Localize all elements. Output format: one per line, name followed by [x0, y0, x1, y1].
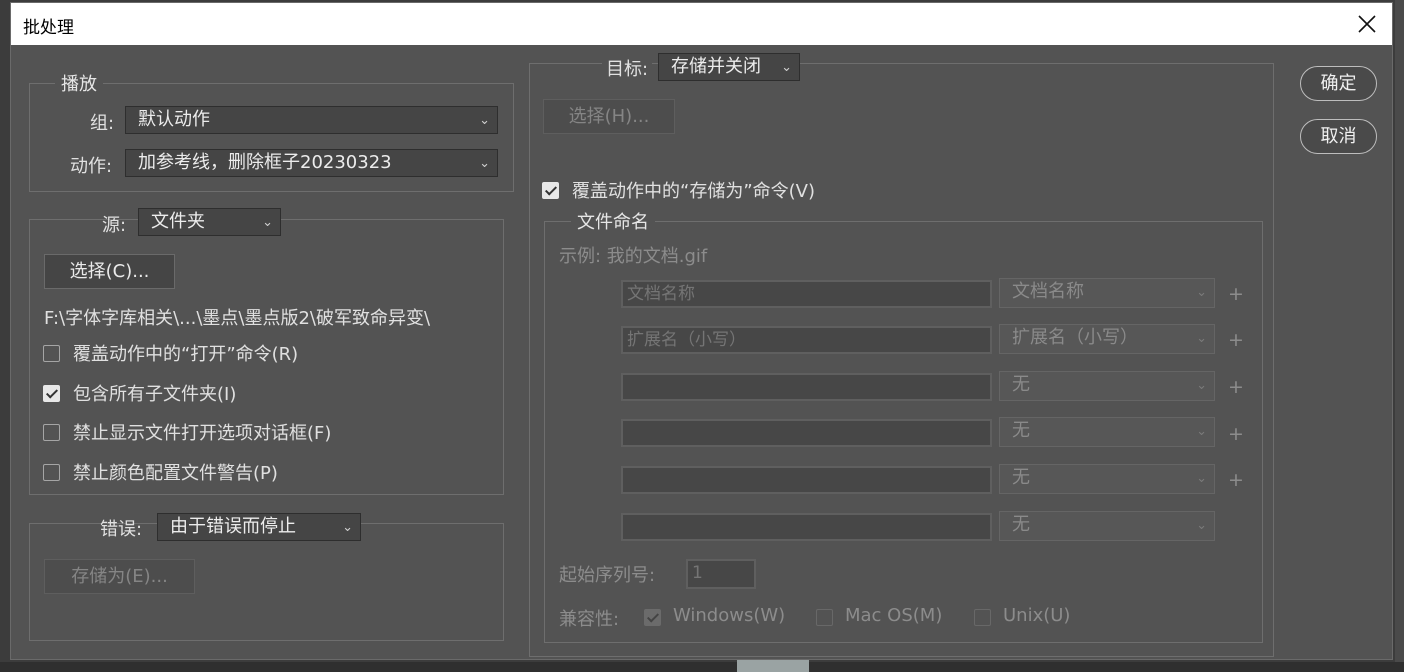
naming-field-4[interactable] [621, 419, 992, 447]
add-row-icon-2[interactable]: + [1228, 329, 1244, 351]
chevron-down-icon: ⌄ [781, 60, 792, 75]
compat-windows-label: Windows(W) [673, 605, 786, 626]
override-save-as-checkbox[interactable] [542, 182, 559, 199]
add-row-icon-4[interactable]: + [1228, 423, 1244, 445]
action-select[interactable]: 加参考线，删除框子20230323 ⌄ [125, 149, 498, 177]
naming-select-6[interactable]: 无 ⌄ [999, 511, 1215, 541]
compat-mac-checkbox[interactable] [816, 609, 833, 626]
suppress-open-options-label: 禁止显示文件打开选项对话框(F) [73, 423, 332, 444]
source-path: F:\字体字库相关\...\墨点\墨点版2\破军致命异变\ [44, 308, 431, 329]
override-save-as-label: 覆盖动作中的“存储为”命令(V) [572, 181, 816, 202]
serial-label: 起始序列号: [559, 565, 656, 586]
set-select-value: 默认动作 [138, 109, 210, 130]
include-subfolders-checkbox[interactable] [43, 385, 60, 402]
errors-select[interactable]: 由于错误而停止 ⌄ [157, 513, 361, 541]
compat-unix-label: Unix(U) [1003, 605, 1071, 626]
errors-group: 错误: 由于错误而停止 ⌄ 存储为(E)... [29, 513, 504, 641]
naming-select-5-value: 无 [1012, 467, 1030, 488]
chevron-down-icon: ⌄ [479, 156, 490, 171]
close-button[interactable] [1352, 9, 1382, 39]
errors-label: 错误: [100, 519, 143, 540]
batch-dialog: 批处理 播放 组: 默认动作 ⌄ 动作: 加参考线，删除框子20230323 ⌄… [10, 2, 1393, 660]
add-row-icon-5[interactable]: + [1228, 469, 1244, 491]
naming-select-4-value: 无 [1012, 420, 1030, 441]
set-label: 组: [90, 113, 115, 134]
naming-select-2-value: 扩展名（小写） [1012, 327, 1138, 348]
add-row-icon-1[interactable]: + [1228, 283, 1244, 305]
errors-select-value: 由于错误而停止 [170, 516, 296, 537]
naming-select-1-value: 文档名称 [1012, 281, 1084, 302]
compat-unix-checkbox[interactable] [974, 609, 991, 626]
suppress-color-warnings-checkbox[interactable] [43, 464, 60, 481]
file-naming-group: 文件命名 示例: 我的文档.gif 文档名称 文档名称 ⌄ + 扩展名（小写） … [544, 208, 1263, 643]
naming-select-3[interactable]: 无 ⌄ [999, 371, 1215, 401]
file-naming-example: 示例: 我的文档.gif [559, 246, 708, 267]
add-row-icon-3[interactable]: + [1228, 376, 1244, 398]
chevron-down-icon: ⌄ [1196, 331, 1207, 346]
destination-choose-button[interactable]: 选择(H)... [543, 99, 675, 134]
cancel-button[interactable]: 取消 [1300, 119, 1377, 154]
chevron-down-icon: ⌄ [1196, 518, 1207, 533]
naming-field-6[interactable] [621, 513, 992, 541]
ok-button[interactable]: 确定 [1300, 66, 1377, 101]
destination-select-value: 存储并关闭 [671, 56, 761, 77]
chevron-down-icon: ⌄ [1196, 424, 1207, 439]
naming-select-2[interactable]: 扩展名（小写） ⌄ [999, 324, 1215, 354]
compat-mac-label: Mac OS(M) [845, 605, 943, 626]
chevron-down-icon: ⌄ [262, 215, 273, 230]
source-choose-button[interactable]: 选择(C)... [44, 254, 175, 289]
compat-windows-checkbox[interactable] [644, 609, 661, 626]
naming-field-3[interactable] [621, 373, 992, 401]
chevron-down-icon: ⌄ [1196, 471, 1207, 486]
override-open-checkbox[interactable] [43, 345, 60, 362]
action-select-value: 加参考线，删除框子20230323 [138, 152, 392, 173]
source-group: 源: 文件夹 ⌄ 选择(C)... F:\字体字库相关\...\墨点\墨点版2\… [29, 208, 504, 495]
chevron-down-icon: ⌄ [1196, 285, 1207, 300]
naming-select-3-value: 无 [1012, 374, 1030, 395]
background-window-edge [1395, 0, 1404, 672]
set-select[interactable]: 默认动作 ⌄ [125, 106, 498, 134]
chevron-down-icon: ⌄ [342, 520, 353, 535]
naming-select-1[interactable]: 文档名称 ⌄ [999, 278, 1215, 308]
window-title: 批处理 [23, 18, 74, 38]
naming-field-1[interactable]: 文档名称 [621, 280, 992, 308]
source-select[interactable]: 文件夹 ⌄ [138, 208, 281, 236]
serial-input[interactable]: 1 [686, 559, 756, 589]
compat-label: 兼容性: [559, 609, 620, 630]
naming-field-5[interactable] [621, 466, 992, 494]
play-legend: 播放 [55, 70, 103, 96]
override-open-label: 覆盖动作中的“打开”命令(R) [73, 344, 299, 365]
naming-select-4[interactable]: 无 ⌄ [999, 417, 1215, 447]
naming-select-5[interactable]: 无 ⌄ [999, 464, 1215, 494]
suppress-open-options-checkbox[interactable] [43, 424, 60, 441]
close-icon [1358, 15, 1376, 33]
file-naming-legend: 文件命名 [571, 208, 655, 234]
chevron-down-icon: ⌄ [1196, 378, 1207, 393]
destination-label: 目标: [602, 55, 653, 81]
play-group: 播放 组: 默认动作 ⌄ 动作: 加参考线，删除框子20230323 ⌄ [29, 70, 514, 192]
naming-field-2[interactable]: 扩展名（小写） [621, 326, 992, 354]
source-label: 源: [102, 215, 127, 236]
title-bar: 批处理 [11, 3, 1392, 45]
naming-select-6-value: 无 [1012, 514, 1030, 535]
suppress-color-warnings-label: 禁止颜色配置文件警告(P) [73, 463, 278, 484]
action-label: 动作: [70, 156, 113, 177]
chevron-down-icon: ⌄ [479, 113, 490, 128]
background-area [0, 662, 1404, 672]
destination-group: 目标: 存储并关闭 ⌄ 选择(H)... 覆盖动作中的“存储为”命令(V) 文件… [529, 53, 1274, 657]
source-select-value: 文件夹 [151, 211, 205, 232]
include-subfolders-label: 包含所有子文件夹(I) [73, 384, 237, 405]
errors-save-as-button[interactable]: 存储为(E)... [44, 559, 195, 594]
destination-select[interactable]: 存储并关闭 ⌄ [658, 53, 800, 81]
background-thumbnail [737, 660, 809, 672]
